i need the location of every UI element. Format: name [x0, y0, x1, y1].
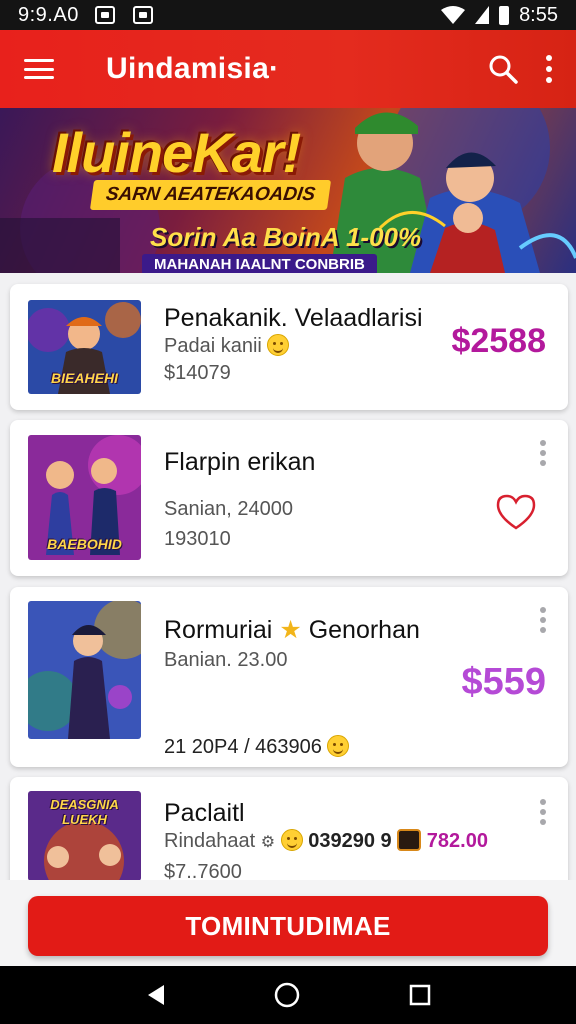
item-more-icon[interactable]	[540, 799, 546, 825]
more-vert-icon[interactable]	[546, 55, 552, 83]
wifi-icon	[441, 6, 466, 24]
item-subtitle: Rindahaat ⚙ 039290 9 782.00	[164, 829, 488, 852]
game-thumbnail: BAEBOHID	[28, 435, 141, 560]
banner-promo: Sorin Aa BoinA 1-00%	[150, 222, 422, 252]
cta-area: TOMINTUDIMAE	[0, 880, 576, 966]
app-bar: Uindamisia·	[0, 30, 576, 108]
status-bar: 9:9.A0 8:55	[0, 0, 576, 30]
game-thumbnail: DEASGNIA LUEKH	[28, 791, 141, 881]
banner-subtitle: SARN AEATEKAOADIS	[89, 180, 332, 210]
banner-strip: MAHANAH IAALNT CONBRIB	[142, 254, 377, 273]
primary-action-button[interactable]: TOMINTUDIMAE	[28, 896, 548, 956]
item-detail: 21 20P4 / 463906	[164, 735, 350, 759]
game-thumbnail	[28, 601, 141, 739]
list-item[interactable]: BAEBOHID Flarpin erikan Sanian, 24000 19…	[10, 420, 568, 576]
item-name: Paclaitl	[164, 799, 245, 827]
item-detail: 193010	[164, 528, 231, 550]
item-price: $559	[461, 661, 546, 703]
app-actions	[488, 54, 552, 84]
thumbnail-art	[28, 601, 141, 739]
heart-outline-icon[interactable]	[494, 492, 538, 532]
search-icon[interactable]	[488, 54, 518, 84]
item-price: $2588	[451, 322, 546, 360]
smiley-icon	[327, 735, 350, 757]
item-detail: $14079	[164, 362, 231, 384]
list-item[interactable]: DEASGNIA LUEKH Paclaitl Rindahaat ⚙ 0392…	[10, 777, 568, 889]
status-time: 9:9.A0	[18, 3, 79, 26]
smiley-icon	[280, 829, 303, 851]
promo-banner[interactable]: IluineKar! SARN AEATEKAOADIS Sorin Aa Bo…	[0, 108, 576, 273]
app-title: Uindamisia·	[106, 52, 280, 85]
item-name: Flarpin erikan	[164, 448, 316, 476]
item-subtitle: Sanian, 24000	[164, 498, 294, 520]
item-subtitle: Banian. 23.00	[164, 649, 288, 671]
status-clock: 8:55	[519, 3, 558, 26]
signal-icon	[475, 6, 490, 24]
list-item[interactable]: Rormuriai ★ Genorhan Banian. 23.00 21 20…	[10, 587, 568, 767]
home-icon[interactable]	[273, 981, 301, 1009]
list-item[interactable]: BIEAHEHI Penakanik. Velaadlarisi Padai k…	[10, 284, 568, 410]
item-subtitle: Padai kanii	[164, 334, 290, 358]
notification-icon	[132, 6, 153, 24]
notification-icon	[94, 6, 115, 24]
thumbnail-label: BIEAHEHI	[51, 370, 118, 386]
back-icon[interactable]	[144, 983, 166, 1007]
thumbnail-label: BAEBOHID	[47, 536, 122, 552]
item-more-icon[interactable]	[540, 607, 546, 633]
recents-icon[interactable]	[408, 983, 432, 1007]
wallet-icon	[397, 829, 422, 851]
banner-title: IluineKar!	[52, 121, 301, 184]
status-indicators: 8:55	[441, 4, 558, 27]
thumbnail-label: DEASGNIA LUEKH	[50, 797, 119, 827]
settings-icon: ⚙	[260, 834, 276, 851]
star-icon: ★	[279, 616, 302, 644]
system-nav-bar	[0, 966, 576, 1024]
smiley-icon	[267, 334, 290, 356]
battery-icon	[499, 5, 510, 25]
menu-icon[interactable]	[24, 59, 54, 79]
item-name: Penakanik. Velaadlarisi	[164, 304, 423, 332]
item-name: Rormuriai ★ Genorhan	[164, 616, 420, 644]
item-more-icon[interactable]	[540, 440, 546, 466]
game-thumbnail: BIEAHEHI	[28, 300, 141, 394]
